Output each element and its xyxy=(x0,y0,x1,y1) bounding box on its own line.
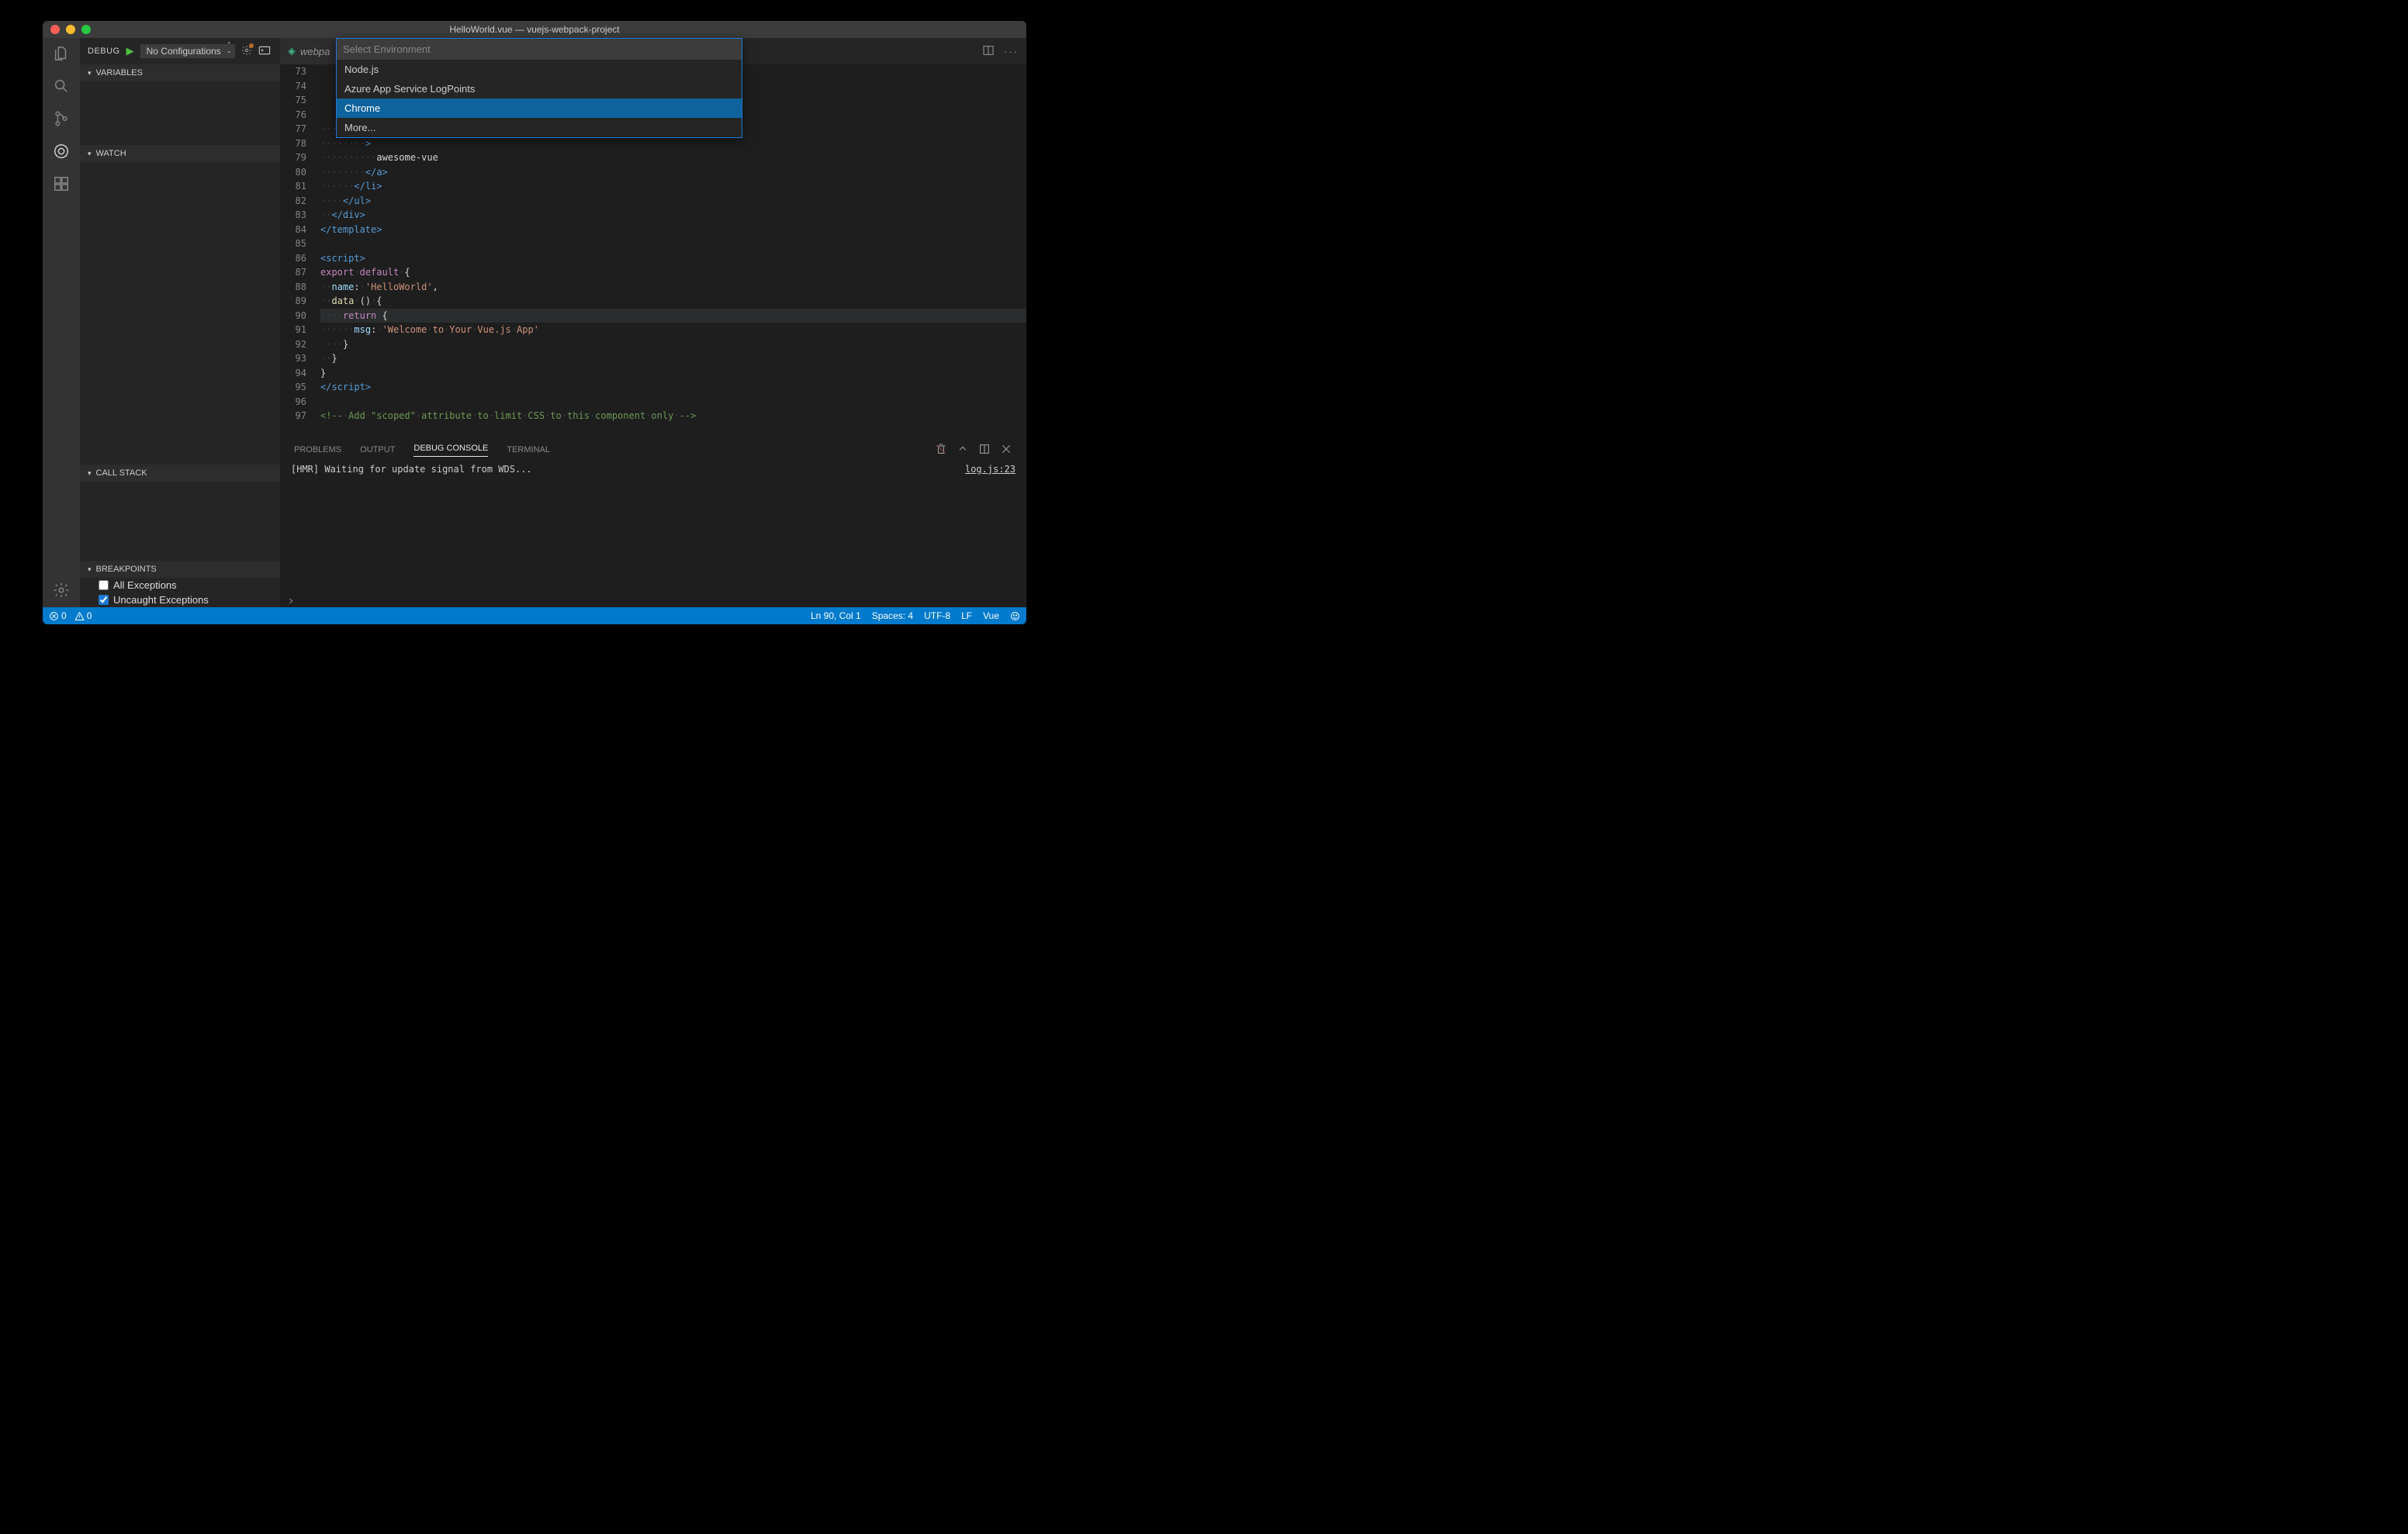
maximize-window-button[interactable] xyxy=(81,25,91,34)
breakpoint-row[interactable]: Uncaught Exceptions xyxy=(80,593,280,607)
clear-console-icon[interactable] xyxy=(935,443,947,458)
debug-label: DEBUG xyxy=(88,47,120,56)
window-title: HelloWorld.vue — vuejs-webpack-project xyxy=(43,24,1026,35)
callstack-section-header[interactable]: ▾CALL STACK xyxy=(80,465,280,482)
console-source-link[interactable]: log.js:23 xyxy=(965,464,1015,593)
environment-option[interactable]: Chrome xyxy=(337,98,742,118)
breakpoint-label: All Exceptions xyxy=(113,579,177,591)
debug-icon[interactable] xyxy=(52,142,71,161)
vscode-window: HelloWorld.vue — vuejs-webpack-project xyxy=(43,21,1026,624)
editor-area: ◈ webpa ··· Node.jsAzure App Service Log… xyxy=(280,38,1026,607)
search-icon[interactable] xyxy=(52,77,71,95)
extensions-icon[interactable] xyxy=(52,174,71,193)
variables-label: VARIABLES xyxy=(96,68,143,78)
status-warnings[interactable]: 0 xyxy=(74,610,92,621)
panel-tab[interactable]: TERMINAL xyxy=(507,445,550,454)
status-language[interactable]: Vue xyxy=(983,610,999,621)
panel-tab[interactable]: PROBLEMS xyxy=(294,445,341,454)
breakpoints-section-header[interactable]: ▾BREAKPOINTS xyxy=(80,561,280,578)
breakpoint-checkbox[interactable] xyxy=(99,580,109,590)
watch-section-header[interactable]: ▾WATCH xyxy=(80,145,280,162)
debug-console-button[interactable] xyxy=(258,45,271,58)
titlebar[interactable]: HelloWorld.vue — vuejs-webpack-project xyxy=(43,21,1026,38)
environment-option[interactable]: More... xyxy=(337,118,742,137)
status-encoding[interactable]: UTF-8 xyxy=(924,610,950,621)
status-errors[interactable]: 0 xyxy=(49,610,67,621)
callstack-label: CALL STACK xyxy=(96,468,147,478)
status-indentation[interactable]: Spaces: 4 xyxy=(872,610,913,621)
debug-config-select[interactable]: No Configurations xyxy=(140,44,235,58)
settings-gear-icon[interactable] xyxy=(52,581,71,599)
variables-section-header[interactable]: ▾VARIABLES xyxy=(80,64,280,81)
scm-icon[interactable] xyxy=(52,109,71,128)
console-output: [HMR] Waiting for update signal from WDS… xyxy=(291,464,532,593)
minimize-window-button[interactable] xyxy=(66,25,75,34)
console-input-chevron[interactable] xyxy=(280,595,1026,607)
status-bar: 0 0 Ln 90, Col 1 Spaces: 4 UTF-8 LF Vue xyxy=(43,607,1026,624)
editor-tabs: ◈ webpa ··· Node.jsAzure App Service Log… xyxy=(280,38,1026,64)
environment-option[interactable]: Node.js xyxy=(337,60,742,79)
status-feedback-icon[interactable] xyxy=(1010,611,1020,621)
close-window-button[interactable] xyxy=(50,25,60,34)
panel-tab[interactable]: DEBUG CONSOLE xyxy=(413,444,488,457)
activity-bar xyxy=(43,38,80,607)
files-icon[interactable] xyxy=(52,44,71,63)
start-debug-button[interactable]: ▶ xyxy=(126,45,134,57)
panel-close-icon[interactable] xyxy=(1000,443,1012,458)
tab-webpack[interactable]: ◈ webpa xyxy=(280,38,337,64)
scroll-lock-icon[interactable] xyxy=(957,443,969,458)
watch-label: WATCH xyxy=(96,149,126,158)
status-eol[interactable]: LF xyxy=(961,610,972,621)
select-environment-picker: Node.jsAzure App Service LogPointsChrome… xyxy=(336,38,742,138)
more-actions-button[interactable]: ··· xyxy=(1004,46,1019,57)
breakpoint-label: Uncaught Exceptions xyxy=(113,594,209,606)
panel-tab[interactable]: OUTPUT xyxy=(360,445,395,454)
environment-search-input[interactable] xyxy=(337,39,742,60)
debug-sidebar: DEBUG ▶ No Configurations ▾VARIABLES ▾WA… xyxy=(80,38,280,607)
tab-label: webpa xyxy=(300,46,330,57)
debug-toolbar: DEBUG ▶ No Configurations xyxy=(80,38,280,64)
traffic-lights xyxy=(43,25,91,34)
bottom-panel: PROBLEMS OUTPUT DEBUG CONSOLE TERMINAL [HMR… xyxy=(280,437,1026,607)
split-editor-button[interactable] xyxy=(982,44,995,59)
breakpoint-checkbox[interactable] xyxy=(99,595,109,605)
debug-configure-button[interactable] xyxy=(241,45,252,58)
breakpoint-row[interactable]: All Exceptions xyxy=(80,578,280,593)
panel-maximize-icon[interactable] xyxy=(978,443,991,458)
vue-file-icon: ◈ xyxy=(288,45,296,57)
environment-option[interactable]: Azure App Service LogPoints xyxy=(337,79,742,98)
breakpoints-label: BREAKPOINTS xyxy=(96,565,157,574)
status-cursor-position[interactable]: Ln 90, Col 1 xyxy=(811,610,861,621)
